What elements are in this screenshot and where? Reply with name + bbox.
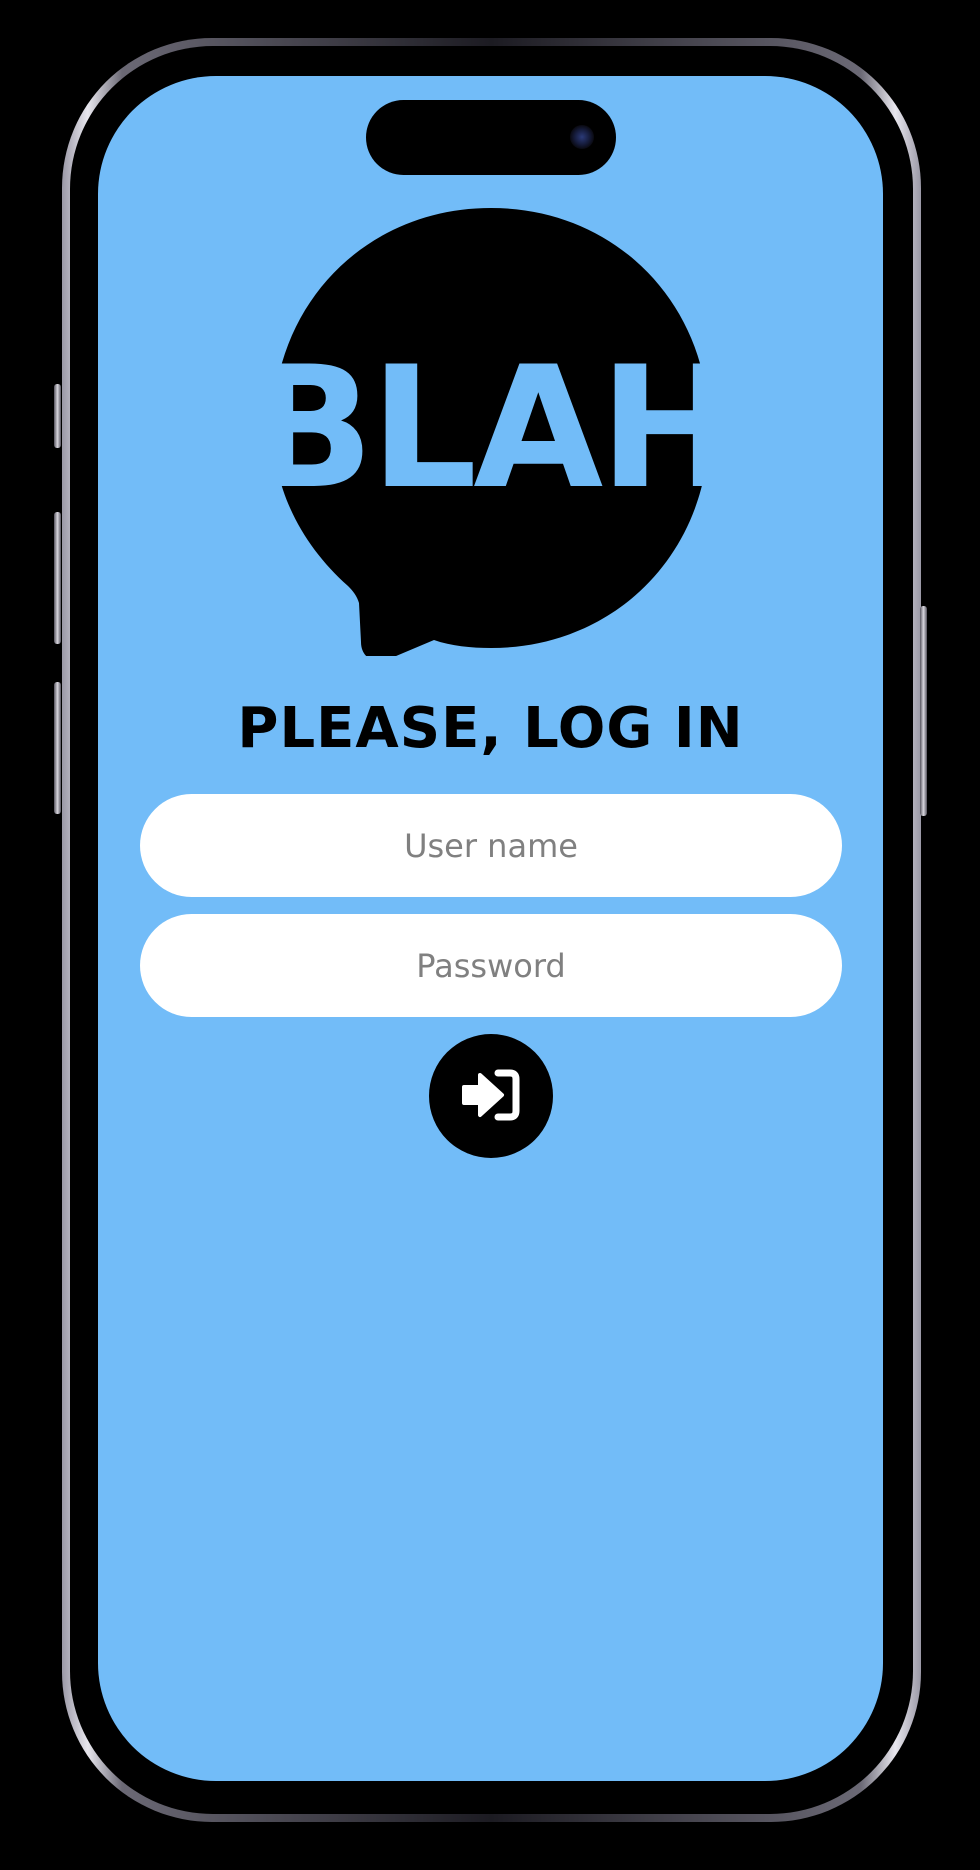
power-button [920,606,927,816]
camera-icon [570,125,594,149]
action-button [54,384,61,448]
device-frame: BLAH PLEASE, LOG IN [0,0,980,1870]
login-button[interactable] [429,1034,553,1158]
logo-text: BLAH [271,330,711,526]
volume-up-button [54,512,61,644]
login-title: PLEASE, LOG IN [237,696,744,761]
dynamic-island [366,100,616,175]
username-input[interactable] [140,794,842,897]
blah-logo: BLAH [271,208,711,656]
volume-down-button [54,682,61,814]
sign-in-icon [462,1069,520,1121]
password-input[interactable] [140,914,842,1017]
app-screen: BLAH PLEASE, LOG IN [98,76,883,1781]
